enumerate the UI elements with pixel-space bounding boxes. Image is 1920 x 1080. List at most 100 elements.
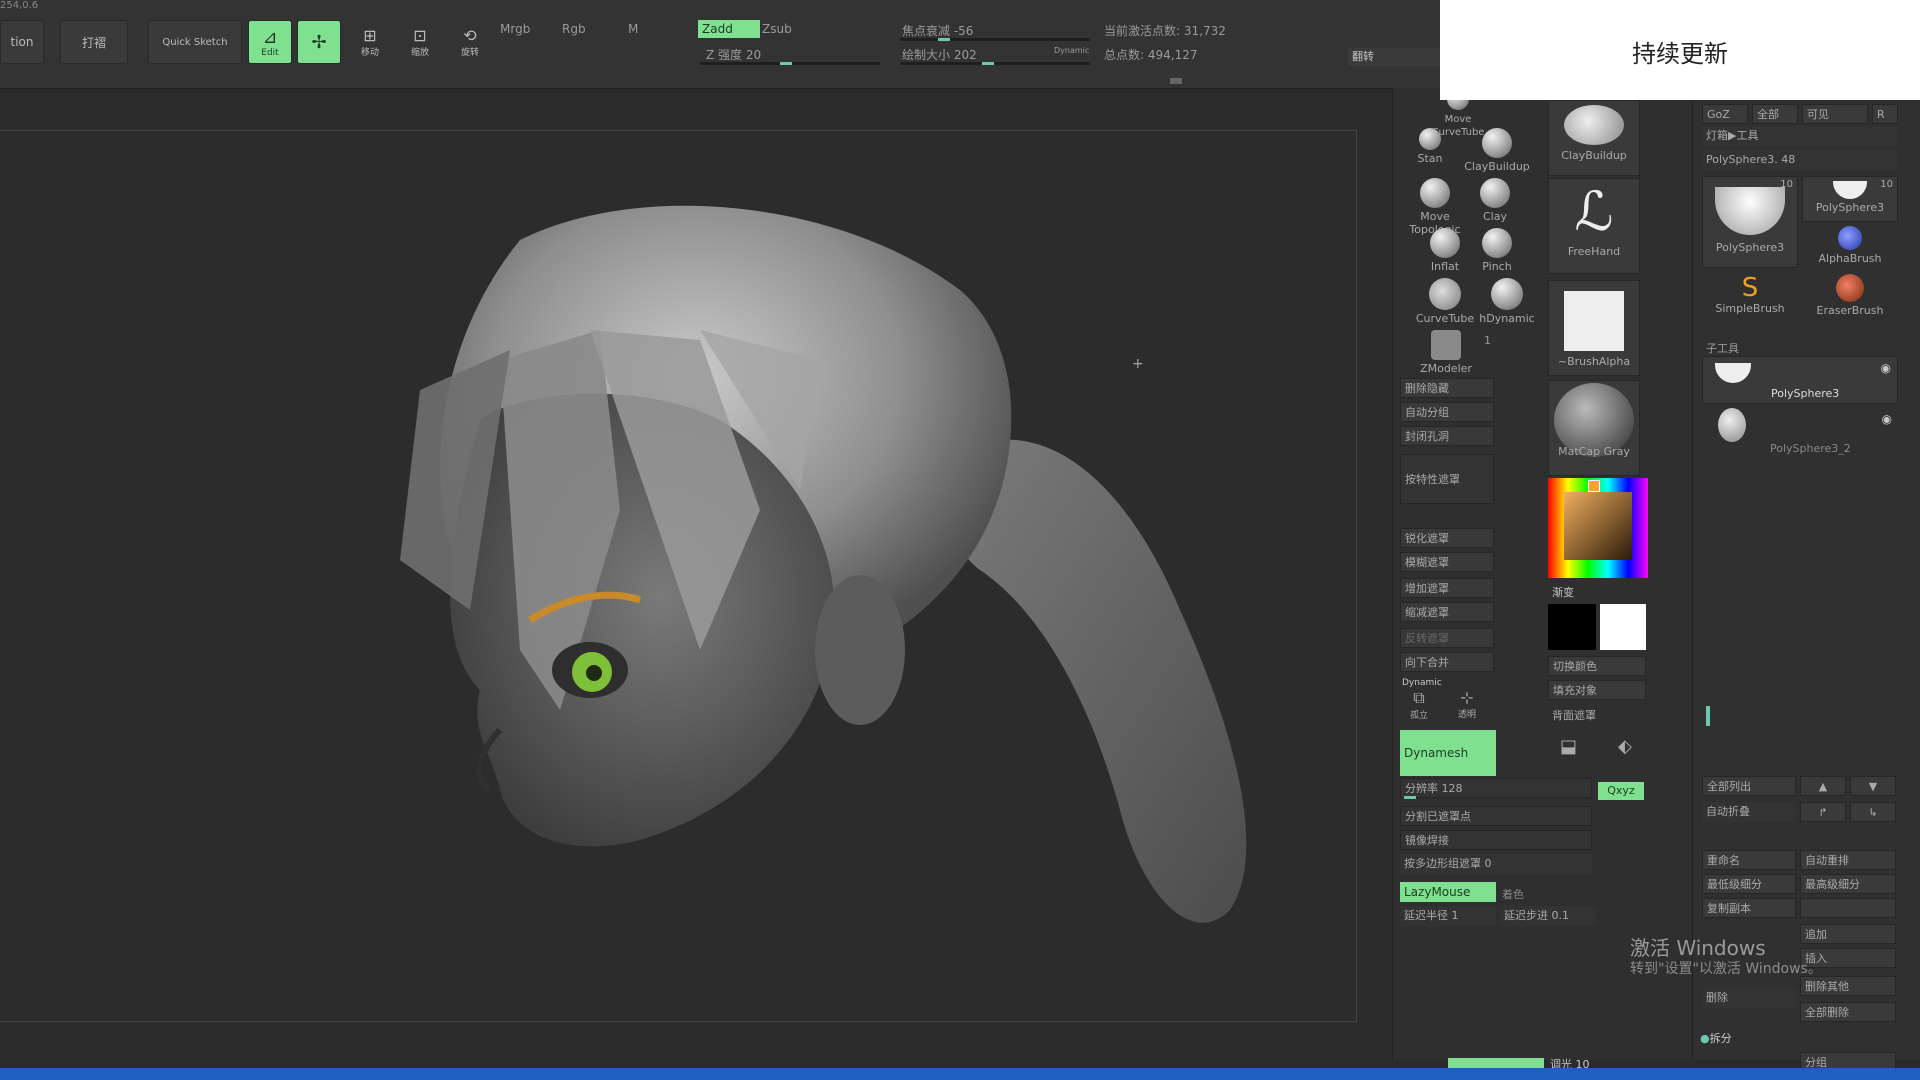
all-button[interactable]: 全部 xyxy=(1752,104,1798,124)
bottom-green-slider[interactable] xyxy=(1448,1058,1544,1068)
visible-button[interactable]: 可见 xyxy=(1802,104,1868,124)
lazy-step-slider[interactable]: 延迟步进 0.1 xyxy=(1500,906,1596,926)
switch-color-button[interactable]: 切换颜色 xyxy=(1548,656,1646,676)
move-up-button[interactable]: ▲ xyxy=(1800,776,1846,796)
rename-button[interactable]: 重命名 xyxy=(1702,850,1796,870)
arrow-right-up-button[interactable]: ↱ xyxy=(1800,802,1846,822)
rotate-button[interactable]: ⟲ 旋转 xyxy=(448,20,492,64)
flip-button[interactable]: 翻转 xyxy=(1348,48,1440,66)
blank-button[interactable] xyxy=(1800,898,1896,918)
draw-mode-button[interactable]: ⊿ Edit xyxy=(248,20,292,64)
brush-curvetube[interactable]: CurveTube xyxy=(1410,278,1480,325)
m-button[interactable]: M xyxy=(628,22,638,36)
alpha-thumb[interactable]: ~BrushAlpha xyxy=(1548,280,1640,376)
material-thumb[interactable]: MatCap Gray xyxy=(1548,380,1640,476)
append-button[interactable]: 追加 xyxy=(1800,924,1896,944)
zsub-button[interactable]: Zsub xyxy=(762,22,792,36)
delete-hidden-button[interactable]: 删除隐藏 xyxy=(1400,378,1494,398)
floor-icon[interactable]: ⬓ xyxy=(1560,736,1577,757)
brush-claybuildup[interactable]: ClayBuildup xyxy=(1462,128,1532,173)
focal-shift-knob[interactable] xyxy=(938,38,950,41)
auto-groups-button[interactable]: 自动分组 xyxy=(1400,402,1494,422)
color-picker[interactable] xyxy=(1548,478,1648,578)
lazymouse-button[interactable]: LazyMouse xyxy=(1400,882,1496,902)
grow-mask-button[interactable]: 增加遮罩 xyxy=(1400,578,1494,598)
list-all-button[interactable]: 全部列出 xyxy=(1702,776,1796,796)
dynamesh-button[interactable]: Dynamesh xyxy=(1400,730,1496,776)
mrgb-button[interactable]: Mrgb xyxy=(500,22,530,36)
subtool-item-polysphere3[interactable]: PolySphere3 ◉ xyxy=(1702,356,1898,404)
mask-by-feature-button[interactable]: 按特性遮罩 xyxy=(1400,454,1494,504)
split-masked-button[interactable]: 分割已遮罩点 xyxy=(1400,806,1592,826)
brush-hdynamic[interactable]: hDynamic xyxy=(1472,278,1542,325)
rgb-button[interactable]: Rgb xyxy=(562,22,586,36)
eye-icon[interactable]: ◉ xyxy=(1882,412,1892,426)
split-section-header[interactable]: ●拆分 xyxy=(1700,1030,1732,1046)
auto-reorder-button[interactable]: 自动重排 xyxy=(1800,850,1896,870)
hue-marker[interactable] xyxy=(1588,480,1600,492)
duplicate-button[interactable]: 复制副本 xyxy=(1702,898,1796,918)
sculpt-model[interactable]: + xyxy=(0,90,1392,1060)
polygroup-mask-slider[interactable]: 按多边形组遮罩 0 xyxy=(1400,854,1592,874)
z-intensity-knob[interactable] xyxy=(780,62,792,65)
mirror-weld-button[interactable]: 镜像焊接 xyxy=(1400,830,1592,850)
move-button[interactable]: ⊞ 移动 xyxy=(348,20,392,64)
backface-mask-button[interactable]: 背面遮罩 xyxy=(1548,706,1646,726)
current-tool-slider[interactable]: PolySphere3. 48 xyxy=(1702,150,1898,170)
invert-mask-button[interactable]: 反转遮罩 xyxy=(1400,628,1494,648)
resolution-slider[interactable]: 分辨率 128 xyxy=(1400,778,1592,798)
lightbox-tools-button[interactable]: 灯箱▶工具 xyxy=(1702,126,1898,146)
brush-inflat[interactable]: Inflat xyxy=(1420,228,1470,273)
delete-all-button[interactable]: 全部删除 xyxy=(1800,1002,1896,1022)
fill-object-button[interactable]: 填充对象 xyxy=(1548,680,1646,700)
subtool-scrollbar[interactable] xyxy=(1706,706,1710,726)
color-square[interactable] xyxy=(1564,492,1632,560)
tool-alphabrush[interactable]: AlphaBrush xyxy=(1802,226,1898,265)
draw-size-knob[interactable] xyxy=(982,62,994,65)
current-brush-thumb[interactable]: ClayBuildup xyxy=(1548,100,1640,176)
delete-other-button[interactable]: 删除其他 xyxy=(1800,976,1896,996)
action-button[interactable]: tion xyxy=(0,20,44,64)
stroke-thumb[interactable]: ℒ FreeHand xyxy=(1548,178,1640,274)
draw-size-slider[interactable] xyxy=(900,62,1090,65)
brush-standard[interactable]: Stan xyxy=(1410,128,1450,165)
tool-simplebrush[interactable]: S SimpleBrush xyxy=(1702,274,1798,315)
merge-down-button[interactable]: 向下合并 xyxy=(1400,652,1494,672)
close-holes-button[interactable]: 封闭孔洞 xyxy=(1400,426,1494,446)
solo-button[interactable]: ⧉ 孤立 xyxy=(1404,688,1434,721)
dynamic-toggle[interactable]: Dynamic xyxy=(1054,46,1089,55)
blur-mask-button[interactable]: 模糊遮罩 xyxy=(1400,552,1494,572)
move-mode-button[interactable]: ✢ xyxy=(297,20,341,64)
delete-button[interactable]: 删除 xyxy=(1702,988,1796,1008)
arrow-right-down-button[interactable]: ↳ xyxy=(1850,802,1896,822)
tool-thumb-polysphere-main[interactable]: 10 PolySphere3 xyxy=(1702,176,1798,268)
auto-collapse-button[interactable]: 自动折叠 xyxy=(1702,802,1796,822)
color-toggle[interactable]: 着色 xyxy=(1502,886,1524,902)
quick-sketch-button[interactable]: Quick Sketch xyxy=(148,20,242,64)
resolution-knob[interactable] xyxy=(1404,796,1416,799)
move-down-button[interactable]: ▼ xyxy=(1850,776,1896,796)
main-color-swatch[interactable] xyxy=(1600,604,1646,650)
transp-button[interactable]: ⊹ 透明 xyxy=(1452,688,1482,720)
tool-thumb-polysphere[interactable]: 10 PolySphere3 xyxy=(1802,176,1898,222)
r-button[interactable]: R xyxy=(1872,104,1898,124)
persp-icon[interactable]: ⬖ xyxy=(1618,736,1632,757)
secondary-color-swatch[interactable] xyxy=(1548,604,1596,650)
highest-subdiv-button[interactable]: 最高级细分 xyxy=(1800,874,1896,894)
sharpen-mask-button[interactable]: 锐化遮罩 xyxy=(1400,528,1494,548)
eye-icon[interactable]: ◉ xyxy=(1881,361,1891,375)
scale-button[interactable]: ⊡ 缩放 xyxy=(398,20,442,64)
lazy-radius-slider[interactable]: 延迟半径 1 xyxy=(1400,906,1496,926)
brush-zmodeler[interactable]: ZModeler xyxy=(1416,330,1476,375)
goz-button[interactable]: GoZ xyxy=(1702,104,1748,124)
brush-pinch[interactable]: Pinch xyxy=(1472,228,1522,273)
brush-clay[interactable]: Clay xyxy=(1470,178,1520,223)
lowest-subdiv-button[interactable]: 最低级细分 xyxy=(1702,874,1796,894)
focal-shift-slider[interactable] xyxy=(900,38,1090,41)
zadd-button[interactable]: Zadd xyxy=(698,20,760,38)
edit-button[interactable]: 打褶 xyxy=(60,20,128,64)
tool-eraserbrush[interactable]: EraserBrush xyxy=(1802,274,1898,317)
shrink-mask-button[interactable]: 缩减遮罩 xyxy=(1400,602,1494,622)
xyz-symmetry-button[interactable]: Qxyz xyxy=(1598,782,1644,800)
subtool-item-polysphere3-2[interactable]: PolySphere3_2 ◉ xyxy=(1702,408,1898,455)
